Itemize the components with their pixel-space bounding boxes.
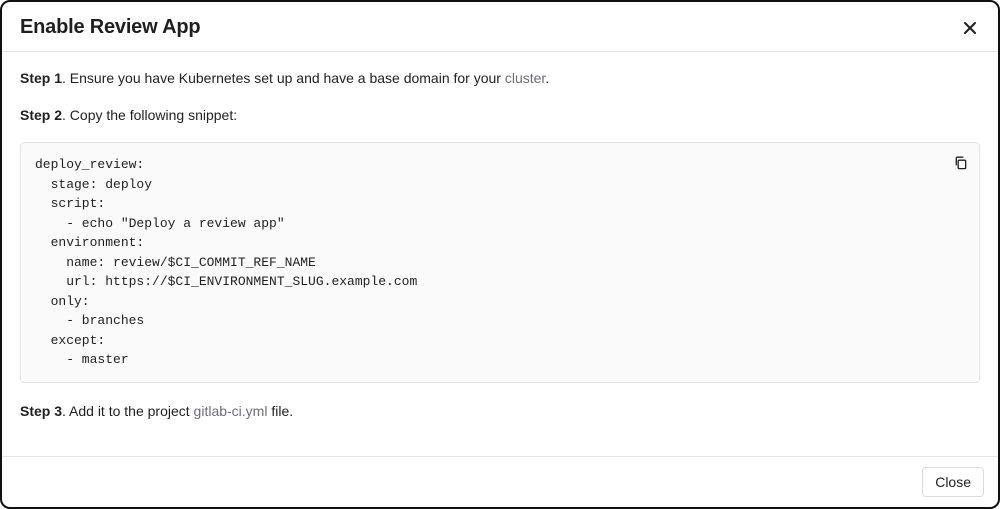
modal-header: Enable Review App (2, 2, 998, 52)
step-1-text-before: . Ensure you have Kubernetes set up and … (62, 70, 505, 86)
step-2-text: . Copy the following snippet: (62, 107, 237, 123)
step-3: Step 3. Add it to the project gitlab-ci.… (20, 401, 980, 422)
step-3-text-before: . Add it to the project (62, 403, 194, 419)
modal-title: Enable Review App (20, 16, 200, 39)
code-snippet[interactable]: deploy_review: stage: deploy script: - e… (20, 142, 980, 383)
step-1-label: Step 1 (20, 70, 62, 86)
copy-icon[interactable] (948, 150, 972, 174)
step-3-text-after: file. (267, 403, 293, 419)
step-3-label: Step 3 (20, 403, 62, 419)
modal-body: Step 1. Ensure you have Kubernetes set u… (2, 52, 998, 456)
code-snippet-container: deploy_review: stage: deploy script: - e… (20, 142, 980, 383)
step-2-label: Step 2 (20, 107, 62, 123)
step-1: Step 1. Ensure you have Kubernetes set u… (20, 68, 980, 89)
step-2: Step 2. Copy the following snippet: (20, 105, 980, 126)
gitlab-ci-yml-link[interactable]: gitlab-ci.yml (194, 403, 268, 419)
close-icon[interactable] (960, 18, 980, 38)
modal-footer: Close (2, 456, 998, 507)
cluster-link[interactable]: cluster (505, 70, 545, 86)
step-1-text-after: . (545, 70, 549, 86)
enable-review-app-modal: Enable Review App Step 1. Ensure you hav… (0, 0, 1000, 509)
close-button[interactable]: Close (922, 467, 984, 497)
